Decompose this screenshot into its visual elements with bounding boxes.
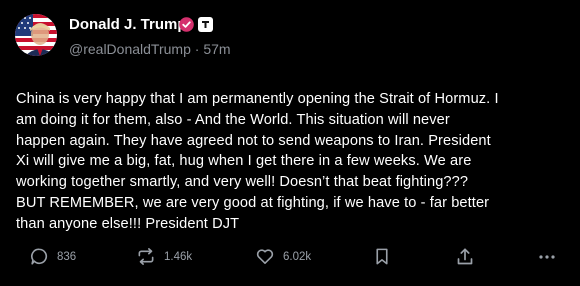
more-dots-icon: [539, 255, 555, 259]
post-timestamp[interactable]: 57m: [203, 41, 230, 57]
avatar-flag-portrait: [15, 14, 57, 56]
handle[interactable]: @realDonaldTrump: [69, 41, 191, 57]
like-count: 6.02k: [283, 250, 312, 263]
share-button[interactable]: [455, 247, 475, 267]
reply-count: 836: [57, 250, 77, 263]
bookmark-button[interactable]: [373, 247, 391, 266]
repost-arrows-icon: [138, 248, 154, 265]
post-body-text: China is very happy that I am permanentl…: [16, 91, 499, 232]
like-button[interactable]: 6.02k: [255, 247, 311, 266]
post-card: Donald J. Trump @realDonaldTrump · 57m C…: [0, 0, 580, 286]
reply-bubble-icon: [31, 248, 48, 265]
more-options-button[interactable]: [538, 250, 556, 264]
avatar[interactable]: [15, 14, 57, 56]
separator-dot: ·: [194, 41, 200, 57]
square-logo-icon: [198, 17, 213, 32]
bookmark-icon: [376, 248, 388, 265]
verified-check-icon: [179, 17, 194, 32]
reply-button[interactable]: 836: [30, 247, 76, 266]
share-upload-icon: [457, 248, 473, 265]
heart-icon: [256, 249, 274, 264]
handle-row: @realDonaldTrump · 57m: [69, 41, 231, 57]
display-name[interactable]: Donald J. Trump: [69, 16, 187, 33]
repost-count: 1.46k: [164, 250, 193, 263]
repost-button[interactable]: 1.46k: [136, 247, 192, 266]
